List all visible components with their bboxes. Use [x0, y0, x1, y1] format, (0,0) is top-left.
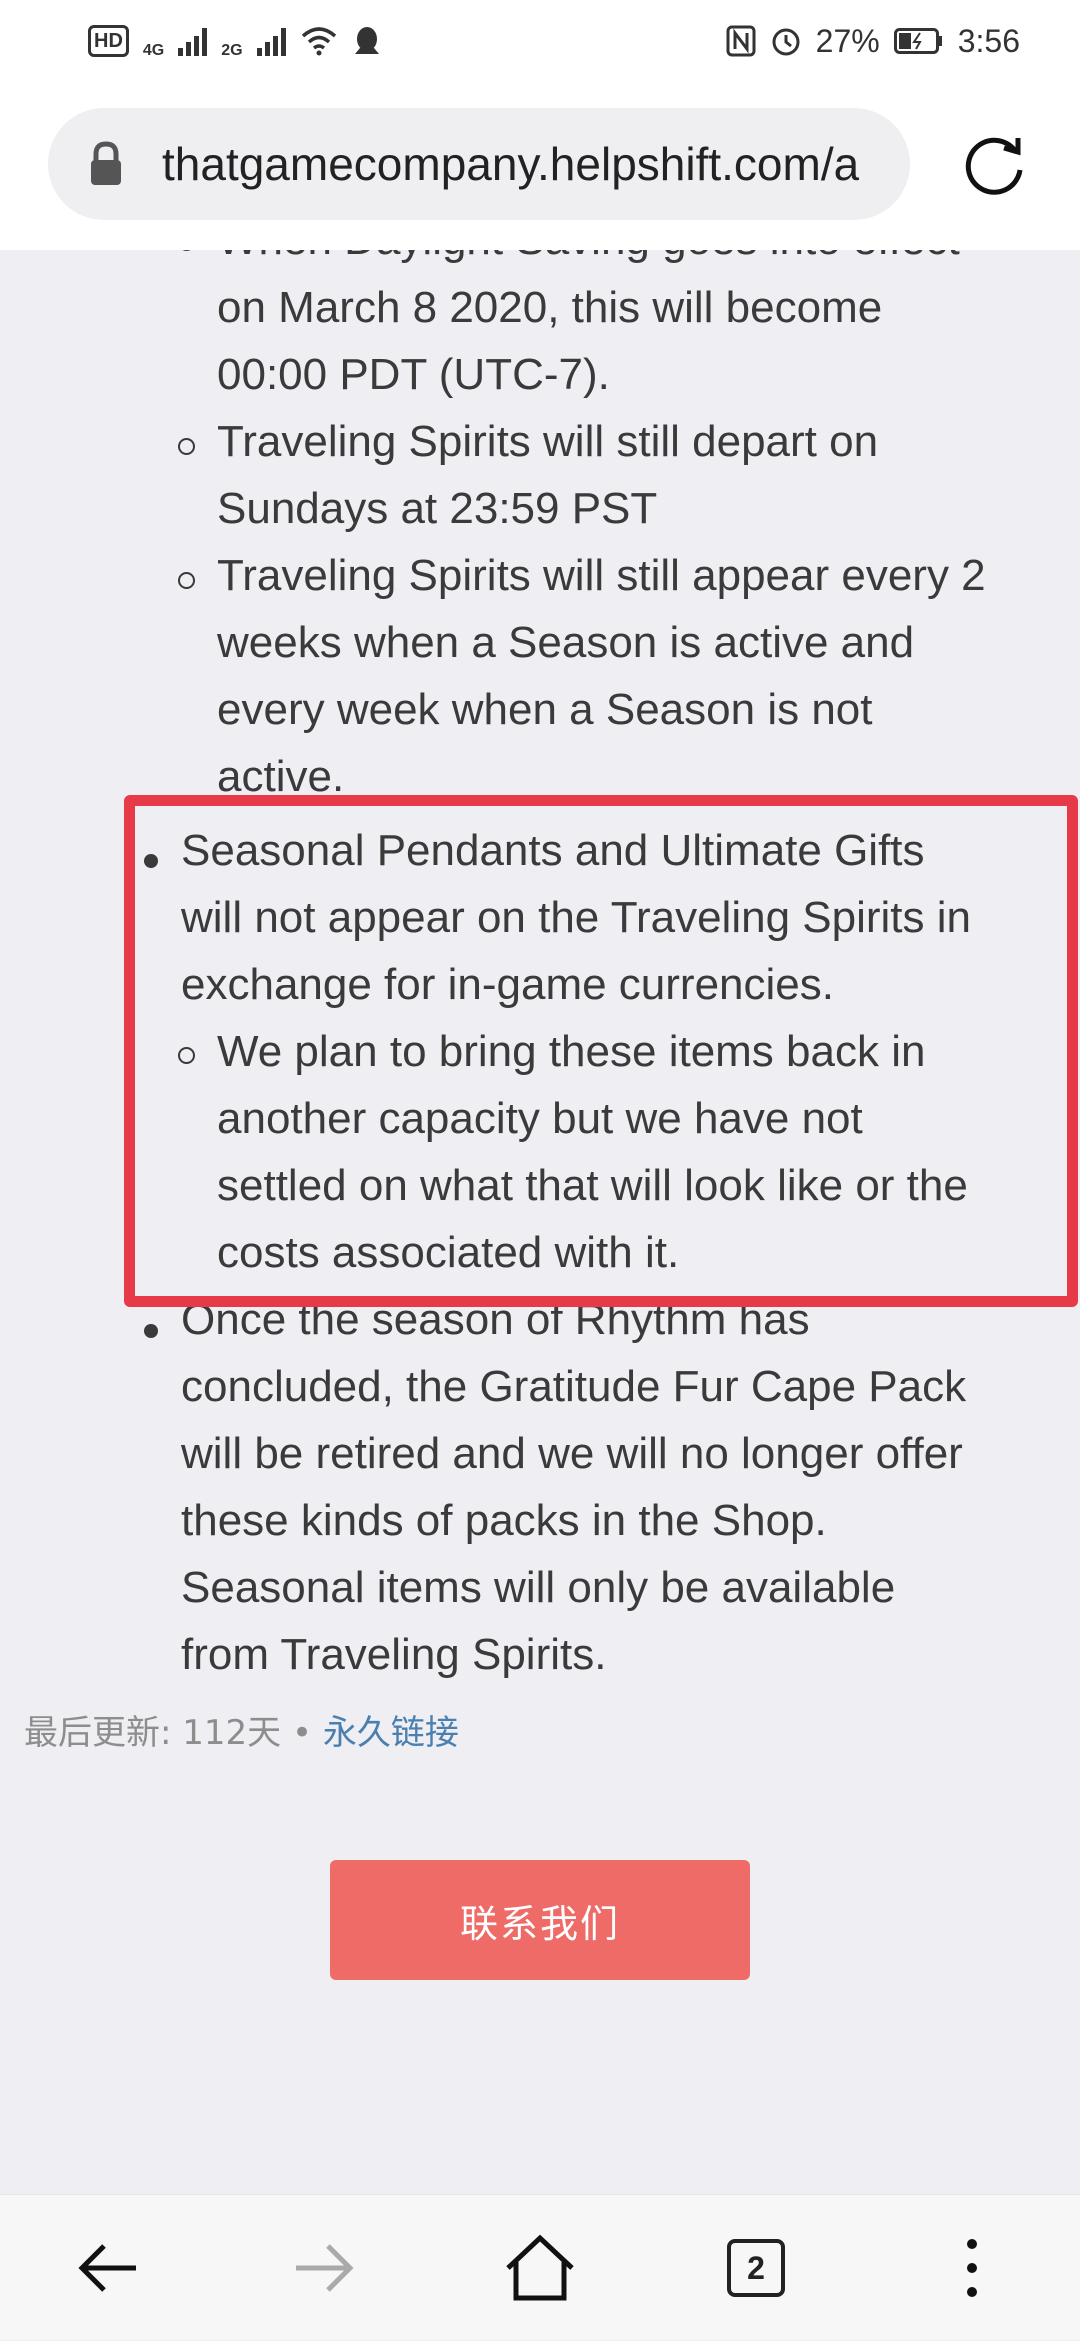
article-line: concluded, the Gratitude Fur Cape Pack [181, 1362, 967, 1411]
home-icon [506, 2234, 574, 2301]
menu-button[interactable] [902, 2195, 1042, 2341]
article-line: Traveling Spirits will still depart on [217, 417, 879, 466]
notification-icon [354, 27, 379, 54]
back-button[interactable] [38, 2195, 178, 2341]
url-text[interactable]: thatgamecompany.helpshift.com/a [162, 137, 859, 191]
wifi-icon [301, 27, 336, 56]
article-line: Seasonal items will only be available [181, 1563, 896, 1612]
home-button[interactable] [470, 2195, 610, 2341]
sub-bullet-marker [178, 572, 195, 589]
article-line: Sundays at 23:59 PST [217, 484, 658, 533]
article-line: Traveling Spirits will still appear ever… [217, 551, 986, 600]
last-updated: 最后更新: 112天 • 永久链接 [24, 1705, 459, 1754]
hd-icon: HD [88, 25, 129, 57]
tab-count: 2 [727, 2239, 785, 2297]
signal-icon [178, 26, 208, 56]
highlight-annotation-box [124, 795, 1078, 1307]
address-bar[interactable]: thatgamecompany.helpshift.com/a [48, 108, 910, 220]
reload-icon[interactable] [960, 130, 1030, 200]
article-line: on March 8 2020, this will become [217, 283, 883, 332]
alarm-icon [772, 28, 800, 56]
article-content: When Daylight Saving goes into effect on… [0, 250, 1080, 2194]
battery-percent: 27% [815, 22, 880, 59]
article-line: every week when a Season is not [217, 685, 873, 734]
more-vertical-icon [967, 2239, 977, 2297]
clock: 3:56 [957, 22, 1020, 59]
lock-icon [91, 141, 121, 185]
browser-nav-bar: 2 [0, 2194, 1080, 2340]
article-line: 00:00 PDT (UTC-7). [217, 350, 610, 399]
forward-button[interactable] [254, 2195, 394, 2341]
back-arrow-icon [78, 2244, 136, 2292]
network-type-2: 2G [221, 42, 243, 59]
article-line: will be retired and we will no longer of… [181, 1429, 963, 1478]
sub-bullet-marker [178, 250, 195, 251]
nfc-icon [726, 25, 756, 57]
bullet-marker [144, 1324, 158, 1338]
battery-icon [893, 28, 942, 54]
article-line: from Traveling Spirits. [181, 1630, 607, 1679]
last-updated-text: 最后更新: 112天 • [24, 1713, 323, 1753]
forward-arrow-icon [296, 2244, 354, 2292]
network-type-1: 4G [142, 42, 165, 59]
sub-bullet-marker [178, 438, 195, 455]
article-line: these kinds of packs in the Shop. [181, 1496, 827, 1545]
status-bar: HD 4G 2G 27% 3:56 [0, 0, 1080, 82]
permalink-link[interactable]: 永久链接 [323, 1713, 459, 1753]
tabs-button[interactable]: 2 [686, 2195, 826, 2341]
signal-icon [256, 26, 286, 56]
contact-us-button[interactable]: 联系我们 [330, 1860, 750, 1980]
address-bar-area: thatgamecompany.helpshift.com/a [0, 82, 1080, 250]
article-line: When Daylight Saving goes into effect [217, 250, 960, 273]
article-line: weeks when a Season is active and [217, 618, 915, 667]
